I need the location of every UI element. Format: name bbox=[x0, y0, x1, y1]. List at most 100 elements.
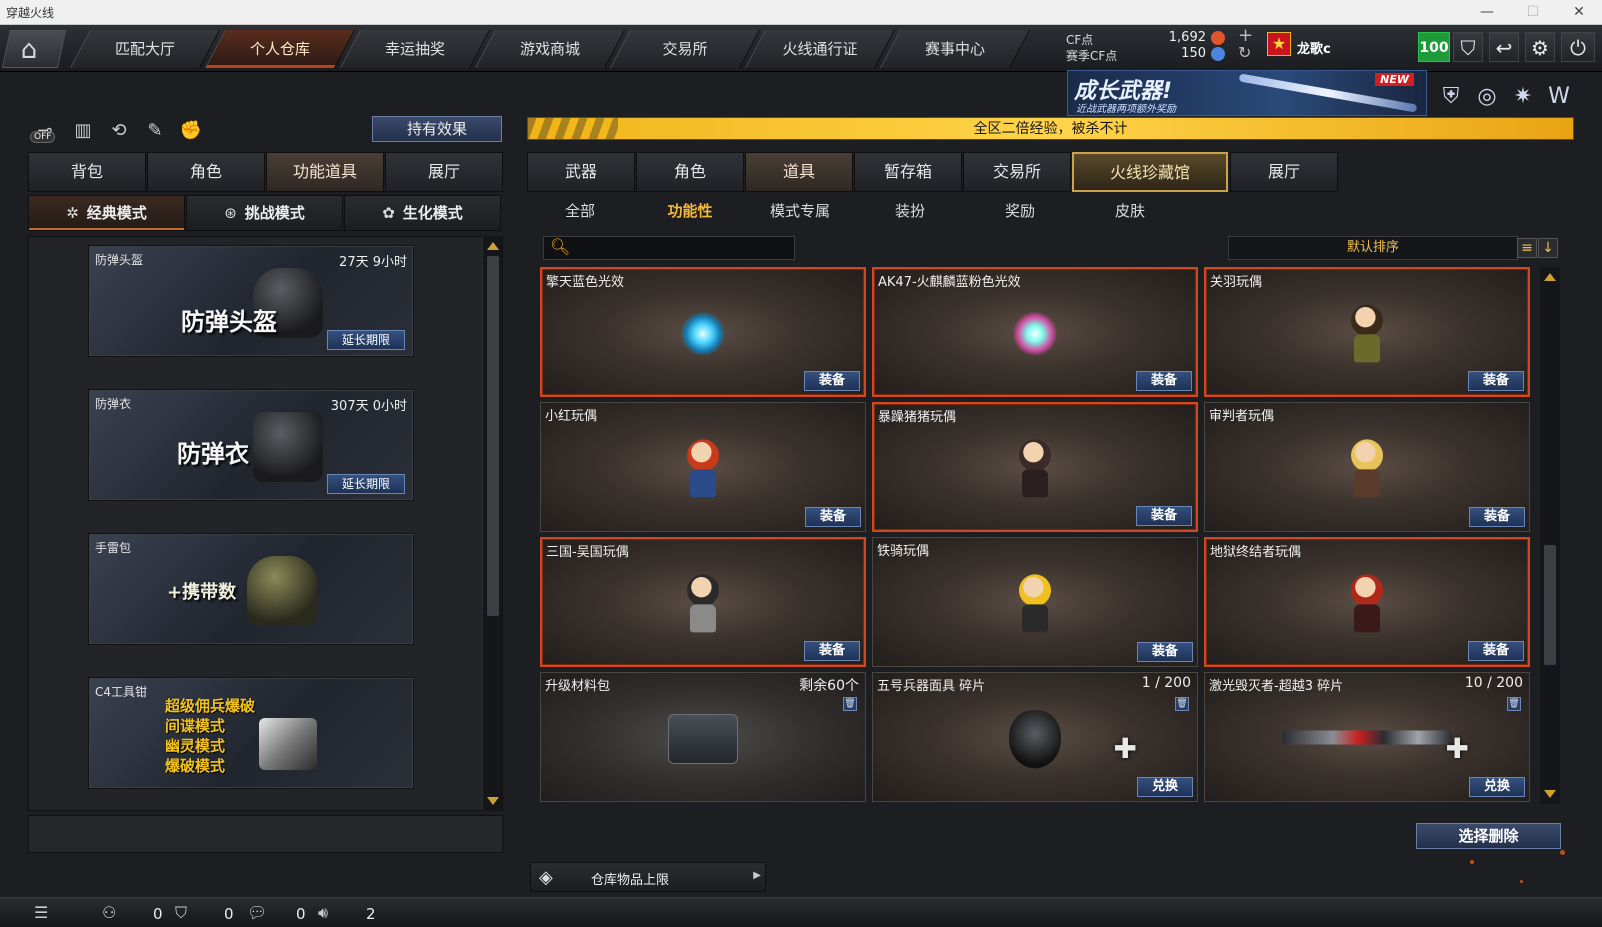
list-view-icon[interactable]: ≡ bbox=[1517, 238, 1537, 258]
scroll-up-icon[interactable] bbox=[487, 242, 499, 250]
return-icon[interactable]: ↩ bbox=[1489, 32, 1519, 62]
mode-tab[interactable]: ✿ 生化模式 bbox=[344, 195, 501, 231]
left-tab[interactable]: 角色 bbox=[147, 152, 265, 192]
scroll-thumb[interactable] bbox=[487, 256, 499, 616]
equip-button[interactable]: 装备 bbox=[1469, 507, 1525, 527]
left-tab[interactable]: 功能道具 bbox=[266, 152, 384, 192]
hold-effect-button[interactable]: 持有效果 bbox=[372, 116, 502, 142]
item-card[interactable]: 暴躁猪猪玩偶 装备 bbox=[872, 402, 1198, 532]
event-icon-4[interactable]: W bbox=[1544, 82, 1574, 112]
search-input[interactable] bbox=[572, 239, 790, 257]
menu-icon[interactable]: ☰ bbox=[34, 903, 48, 922]
event-icon-1[interactable]: ⛨ bbox=[1436, 82, 1466, 112]
item-card[interactable]: 审判者玩偶 装备 bbox=[1204, 402, 1530, 532]
sub-tab[interactable]: 模式专属 bbox=[745, 200, 855, 224]
inventory-item-card[interactable]: 防弹衣 307天 0小时 防弹衣 延长期限 bbox=[88, 389, 414, 501]
item-card[interactable]: 三国-吴国玩偶 装备 bbox=[540, 537, 866, 667]
event-icon-3[interactable]: ✷ bbox=[1508, 82, 1538, 112]
sub-tab[interactable]: 装扮 bbox=[855, 200, 965, 224]
stats-icon[interactable]: ▥ bbox=[68, 116, 98, 146]
trash-icon[interactable]: 🗑︎ bbox=[1175, 697, 1189, 711]
nav-tab[interactable]: 幸运抽奖 bbox=[339, 30, 491, 68]
inventory-item-card[interactable]: C4工具钳 超级佣兵爆破 间谍模式 幽灵模式 爆破模式 bbox=[88, 677, 414, 789]
nav-tab[interactable]: 交易所 bbox=[609, 30, 761, 68]
left-tab[interactable]: 背包 bbox=[28, 152, 146, 192]
scroll-thumb[interactable] bbox=[1544, 545, 1556, 665]
inventory-item-card[interactable]: 防弹头盔 27天 9小时 防弹头盔 延长期限 bbox=[88, 245, 414, 357]
search-box[interactable]: 🔍︎ bbox=[543, 236, 795, 260]
category-tab[interactable]: 交易所 bbox=[963, 152, 1071, 192]
category-tab[interactable]: 暂存箱 bbox=[854, 152, 962, 192]
nav-tab[interactable]: 游戏商城 bbox=[474, 30, 626, 68]
left-tab[interactable]: 展厅 bbox=[385, 152, 503, 192]
history-icon[interactable]: ⟲ bbox=[104, 116, 134, 146]
scroll-down-icon[interactable] bbox=[487, 797, 499, 805]
scroll-up-icon[interactable] bbox=[1544, 273, 1556, 281]
friends-icon[interactable]: ⚇ bbox=[102, 903, 116, 922]
user-name[interactable]: 龙歌c bbox=[1297, 38, 1331, 57]
power-icon[interactable]: ⏻ bbox=[1561, 32, 1595, 62]
equip-button[interactable]: 装备 bbox=[1136, 371, 1192, 391]
minimize-button[interactable]: — bbox=[1472, 2, 1502, 22]
item-card[interactable]: 升级材料包 剩余60个 🗑︎ bbox=[540, 672, 866, 802]
category-tab[interactable]: 道具 bbox=[745, 152, 853, 192]
shield-icon[interactable]: ⛉ bbox=[1453, 32, 1483, 62]
sub-tab[interactable]: 皮肤 bbox=[1075, 200, 1185, 224]
sort-order-icon[interactable]: ↓ bbox=[1538, 238, 1558, 258]
category-tab[interactable]: 火线珍藏馆 bbox=[1072, 152, 1228, 192]
equip-button[interactable]: 装备 bbox=[804, 641, 860, 661]
equip-button[interactable]: 装备 bbox=[1136, 506, 1192, 526]
equip-button[interactable]: 装备 bbox=[804, 371, 860, 391]
left-scrollbar[interactable] bbox=[482, 236, 502, 811]
item-card[interactable]: 关羽玩偶 装备 bbox=[1204, 267, 1530, 397]
item-card[interactable]: 铁骑玩偶 装备 bbox=[872, 537, 1198, 667]
mode-tab[interactable]: ⊛ 挑战模式 bbox=[186, 195, 343, 231]
maximize-button[interactable]: ☐ bbox=[1518, 2, 1548, 22]
equip-button[interactable]: 装备 bbox=[805, 507, 861, 527]
equip-button[interactable]: 装备 bbox=[1468, 371, 1524, 391]
right-scrollbar[interactable] bbox=[1540, 267, 1560, 804]
item-card[interactable]: 小红玩偶 装备 bbox=[540, 402, 866, 532]
category-tab[interactable]: 角色 bbox=[636, 152, 744, 192]
equip-button[interactable]: 装备 bbox=[1468, 641, 1524, 661]
promo-banner[interactable]: 成长武器! 近战武器两项额外奖励 NEW bbox=[1067, 70, 1427, 116]
inventory-item-card[interactable]: 手雷包 +携带数 bbox=[88, 533, 414, 645]
event-icon-2[interactable]: ◎ bbox=[1472, 82, 1502, 112]
item-card[interactable]: 擎天蓝色光效 装备 bbox=[540, 267, 866, 397]
item-card[interactable]: 激光毁灭者-超越3 碎片 10 / 200 🗑︎ ✚ 兑换 bbox=[1204, 672, 1530, 802]
extend-button[interactable]: 延长期限 bbox=[327, 330, 405, 350]
refresh-currency-button[interactable]: ↻ bbox=[1238, 43, 1251, 62]
home-button[interactable]: ⌂ bbox=[1, 30, 67, 68]
close-button[interactable]: ✕ bbox=[1564, 2, 1594, 22]
nav-tab[interactable]: 匹配大厅 bbox=[69, 30, 221, 68]
trash-icon[interactable]: 🗑︎ bbox=[1507, 697, 1521, 711]
select-delete-button[interactable]: 选择删除 bbox=[1416, 823, 1561, 849]
trash-icon[interactable]: 🗑︎ bbox=[843, 697, 857, 711]
level-badge[interactable]: 100 bbox=[1418, 32, 1450, 62]
sort-dropdown[interactable]: 默认排序 bbox=[1228, 236, 1518, 260]
equip-button[interactable]: 装备 bbox=[1137, 642, 1193, 662]
exchange-button[interactable]: 兑换 bbox=[1137, 777, 1193, 797]
nav-tab[interactable]: 火线通行证 bbox=[744, 30, 896, 68]
mode-tab[interactable]: ✲ 经典模式 bbox=[28, 195, 185, 231]
item-card[interactable]: 五号兵器面具 碎片 1 / 200 🗑︎ ✚ 兑换 bbox=[872, 672, 1198, 802]
category-tab[interactable]: 武器 bbox=[527, 152, 635, 192]
speaker-icon[interactable]: 🔊︎ bbox=[318, 903, 328, 923]
sub-tab[interactable]: 功能性 bbox=[635, 200, 745, 224]
storage-limit-button[interactable]: ◈ 仓库物品上限 ▶ bbox=[530, 862, 766, 892]
chat-icon[interactable]: 💬︎ bbox=[247, 903, 267, 922]
gear-icon[interactable]: ⚙ bbox=[1525, 32, 1555, 62]
grenade-icon[interactable]: ✊ bbox=[176, 116, 206, 146]
item-card[interactable]: AK47-火麒麟蓝粉色光效 装备 bbox=[872, 267, 1198, 397]
exchange-button[interactable]: 兑换 bbox=[1469, 777, 1525, 797]
scroll-down-icon[interactable] bbox=[1544, 790, 1556, 798]
extend-button[interactable]: 延长期限 bbox=[327, 474, 405, 494]
clan-icon[interactable]: ⛉ bbox=[175, 903, 187, 923]
spray-icon[interactable]: ✎ bbox=[140, 116, 170, 146]
nav-tab[interactable]: 个人仓库 bbox=[204, 30, 356, 68]
sub-tab[interactable]: 奖励 bbox=[965, 200, 1075, 224]
nav-tab[interactable]: 赛事中心 bbox=[879, 30, 1031, 68]
rank-flag-icon[interactable]: ★ bbox=[1267, 32, 1291, 56]
sub-tab[interactable]: 全部 bbox=[525, 200, 635, 224]
category-tab[interactable]: 展厅 bbox=[1230, 152, 1338, 192]
